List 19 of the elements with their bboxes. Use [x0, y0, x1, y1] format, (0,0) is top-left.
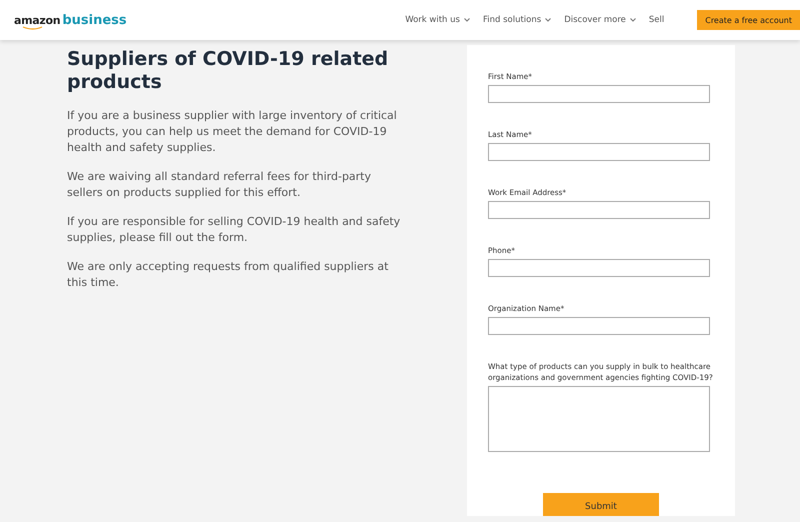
- intro-paragraph: If you are responsible for selling COVID-19 health and safety supplies, please fill out the form.: [67, 214, 402, 246]
- submit-button[interactable]: Submit: [543, 493, 659, 516]
- input-field[interactable]: [488, 143, 710, 161]
- nav-link[interactable]: Work with us: [405, 15, 470, 25]
- input-field[interactable]: [488, 259, 710, 277]
- nav-link[interactable]: Sell: [648, 15, 664, 25]
- nav-link[interactable]: Discover more: [564, 15, 636, 25]
- intro-paragraph: We are waiving all standard referral fees for third-party sellers on products supplied for this effort.: [67, 169, 372, 201]
- create-account-button[interactable]: Create a free account: [697, 10, 800, 30]
- intro-paragraph: We are only accepting requests from qualified suppliers at this time.: [67, 259, 390, 291]
- page-title: Suppliers of COVID-19 related products: [67, 48, 390, 94]
- intro-paragraph: If you are a business supplier with large inventory of critical products, you can help us meet the demand for COVID-19 health and safety supplies.: [67, 108, 398, 156]
- products-textarea[interactable]: [488, 386, 710, 452]
- input-field[interactable]: [488, 317, 710, 335]
- input-field[interactable]: [488, 201, 710, 219]
- smile-icon: [22, 26, 44, 30]
- logo-brand[interactable]: amazon: [14, 14, 60, 26]
- input-field[interactable]: [488, 85, 710, 103]
- nav-link[interactable]: Find solutions: [482, 15, 552, 25]
